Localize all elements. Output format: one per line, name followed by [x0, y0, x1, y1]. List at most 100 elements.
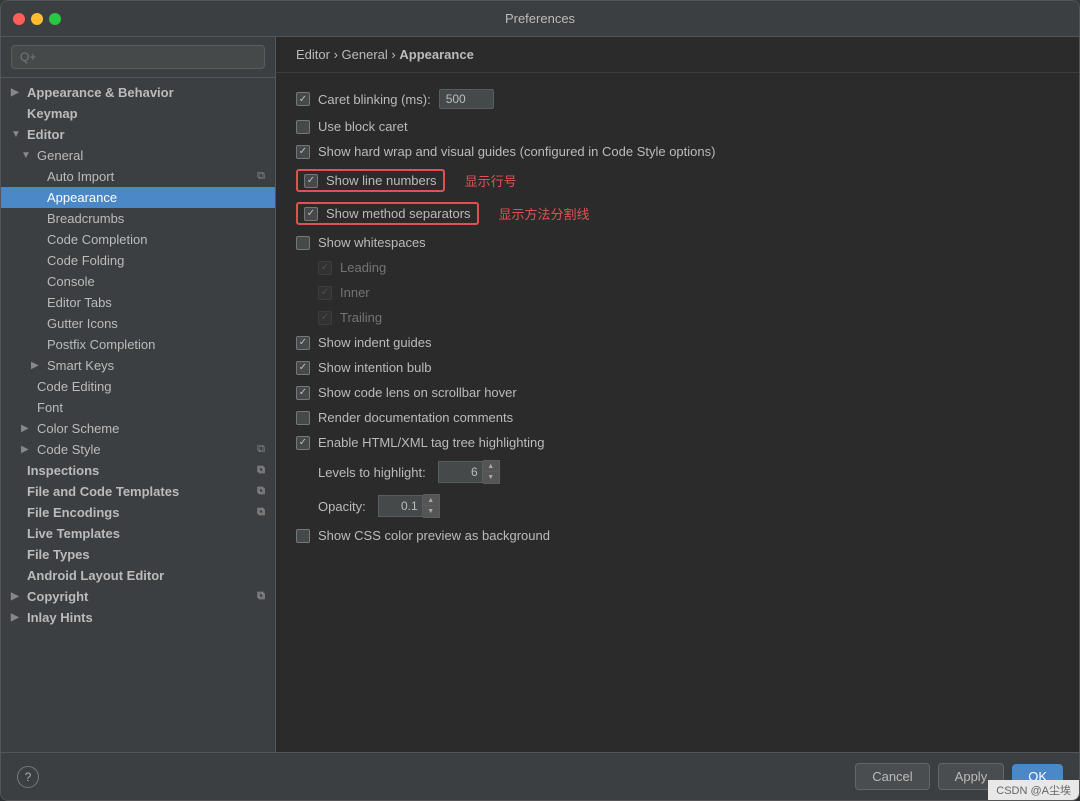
show-css-color-text: Show CSS color preview as background [318, 528, 550, 543]
show-code-lens-checkbox[interactable] [296, 386, 310, 400]
sidebar-item-code-folding[interactable]: Code Folding [1, 250, 275, 271]
show-line-numbers-highlight: Show line numbers [296, 169, 445, 192]
show-whitespaces-checkbox[interactable] [296, 236, 310, 250]
levels-up-button[interactable]: ▲ [483, 461, 499, 472]
caret-blinking-checkbox[interactable] [296, 92, 310, 106]
render-doc-comments-label[interactable]: Render documentation comments [296, 410, 513, 425]
minimize-button[interactable] [31, 13, 43, 25]
watermark: CSDN @A尘埃 [988, 780, 1079, 800]
main-content: ▶ Appearance & Behavior Keymap ▼ Editor … [1, 37, 1079, 752]
sidebar-label: File Types [27, 547, 90, 562]
sidebar-item-breadcrumbs[interactable]: Breadcrumbs [1, 208, 275, 229]
maximize-button[interactable] [49, 13, 61, 25]
sidebar-label: Appearance & Behavior [27, 85, 174, 100]
caret-blinking-row: Caret blinking (ms): [296, 89, 1059, 109]
sidebar-item-code-editing[interactable]: Code Editing [1, 376, 275, 397]
caret-blinking-input[interactable] [439, 89, 494, 109]
show-indent-guides-checkbox[interactable] [296, 336, 310, 350]
cancel-button[interactable]: Cancel [855, 763, 929, 790]
opacity-spinner-buttons: ▲ ▼ [423, 494, 440, 518]
show-css-color-checkbox[interactable] [296, 529, 310, 543]
show-line-numbers-checkbox[interactable] [304, 174, 318, 188]
use-block-caret-checkbox[interactable] [296, 120, 310, 134]
sidebar-item-inspections[interactable]: Inspections ⧉ [1, 460, 275, 481]
inner-label[interactable]: Inner [318, 285, 370, 300]
caret-blinking-label[interactable]: Caret blinking (ms): [296, 92, 431, 107]
sidebar-item-file-types[interactable]: File Types [1, 544, 275, 565]
close-button[interactable] [13, 13, 25, 25]
sidebar-item-keymap[interactable]: Keymap [1, 103, 275, 124]
sidebar-label: Inspections [27, 463, 99, 478]
levels-row: Levels to highlight: ▲ ▼ [318, 460, 1059, 484]
enable-html-xml-checkbox[interactable] [296, 436, 310, 450]
show-intention-bulb-checkbox[interactable] [296, 361, 310, 375]
show-intention-bulb-row: Show intention bulb [296, 360, 1059, 375]
sidebar-item-file-code-templates[interactable]: File and Code Templates ⧉ [1, 481, 275, 502]
sidebar-item-file-encodings[interactable]: File Encodings ⧉ [1, 502, 275, 523]
sidebar-item-smart-keys[interactable]: ▶ Smart Keys [1, 355, 275, 376]
show-whitespaces-label[interactable]: Show whitespaces [296, 235, 426, 250]
trailing-label[interactable]: Trailing [318, 310, 382, 325]
inner-checkbox[interactable] [318, 286, 332, 300]
show-code-lens-row: Show code lens on scrollbar hover [296, 385, 1059, 400]
render-doc-comments-row: Render documentation comments [296, 410, 1059, 425]
search-input[interactable] [11, 45, 265, 69]
copy-icon: ⧉ [257, 485, 265, 498]
sidebar-item-console[interactable]: Console [1, 271, 275, 292]
sidebar-label: Copyright [27, 589, 88, 604]
trailing-checkbox[interactable] [318, 311, 332, 325]
sidebar-label: Gutter Icons [47, 316, 118, 331]
leading-text: Leading [340, 260, 386, 275]
sidebar-item-general[interactable]: ▼ General [1, 145, 275, 166]
arrow-icon: ▶ [31, 360, 43, 371]
levels-input[interactable] [438, 461, 483, 483]
show-line-numbers-row: Show line numbers 显示行号 [296, 169, 1059, 192]
show-whitespaces-row: Show whitespaces [296, 235, 1059, 250]
sidebar-item-copyright[interactable]: ▶ Copyright ⧉ [1, 586, 275, 607]
enable-html-xml-label[interactable]: Enable HTML/XML tag tree highlighting [296, 435, 544, 450]
show-method-separators-highlight: Show method separators [296, 202, 479, 225]
breadcrumb-general: General [342, 47, 388, 62]
preferences-window: Preferences ▶ Appearance & Behavior Keym… [0, 0, 1080, 801]
opacity-up-button[interactable]: ▲ [423, 495, 439, 506]
render-doc-comments-checkbox[interactable] [296, 411, 310, 425]
use-block-caret-label[interactable]: Use block caret [296, 119, 408, 134]
sidebar-item-inlay-hints[interactable]: ▶ Inlay Hints [1, 607, 275, 628]
breadcrumb-editor: Editor [296, 47, 330, 62]
show-hard-wrap-text: Show hard wrap and visual guides (config… [318, 144, 715, 159]
sidebar-item-editor[interactable]: ▼ Editor [1, 124, 275, 145]
show-hard-wrap-label[interactable]: Show hard wrap and visual guides (config… [296, 144, 715, 159]
sidebar-item-appearance[interactable]: Appearance [1, 187, 275, 208]
leading-label[interactable]: Leading [318, 260, 386, 275]
sidebar-item-font[interactable]: Font [1, 397, 275, 418]
sidebar-item-auto-import[interactable]: Auto Import ⧉ [1, 166, 275, 187]
sidebar-item-android-layout-editor[interactable]: Android Layout Editor [1, 565, 275, 586]
sidebar-item-gutter-icons[interactable]: Gutter Icons [1, 313, 275, 334]
show-method-separators-checkbox[interactable] [304, 207, 318, 221]
sidebar-item-code-completion[interactable]: Code Completion [1, 229, 275, 250]
sidebar-item-live-templates[interactable]: Live Templates [1, 523, 275, 544]
show-hard-wrap-checkbox[interactable] [296, 145, 310, 159]
sidebar-item-postfix-completion[interactable]: Postfix Completion [1, 334, 275, 355]
sidebar-item-appearance-behavior[interactable]: ▶ Appearance & Behavior [1, 82, 275, 103]
show-intention-bulb-text: Show intention bulb [318, 360, 431, 375]
opacity-down-button[interactable]: ▼ [423, 506, 439, 517]
sidebar-item-color-scheme[interactable]: ▶ Color Scheme [1, 418, 275, 439]
trailing-row: Trailing [318, 310, 1059, 325]
sidebar-label: Color Scheme [37, 421, 119, 436]
sidebar-label: Breadcrumbs [47, 211, 124, 226]
sidebar-item-editor-tabs[interactable]: Editor Tabs [1, 292, 275, 313]
show-css-color-label[interactable]: Show CSS color preview as background [296, 528, 550, 543]
sidebar-label: Font [37, 400, 63, 415]
opacity-input[interactable] [378, 495, 423, 517]
show-indent-guides-label[interactable]: Show indent guides [296, 335, 431, 350]
show-code-lens-label[interactable]: Show code lens on scrollbar hover [296, 385, 517, 400]
show-intention-bulb-label[interactable]: Show intention bulb [296, 360, 431, 375]
leading-checkbox[interactable] [318, 261, 332, 275]
help-button[interactable]: ? [17, 766, 39, 788]
opacity-row: Opacity: ▲ ▼ [318, 494, 1059, 518]
sidebar-item-code-style[interactable]: ▶ Code Style ⧉ [1, 439, 275, 460]
levels-down-button[interactable]: ▼ [483, 472, 499, 483]
sidebar-label: File and Code Templates [27, 484, 179, 499]
sidebar-label: Editor [27, 127, 65, 142]
